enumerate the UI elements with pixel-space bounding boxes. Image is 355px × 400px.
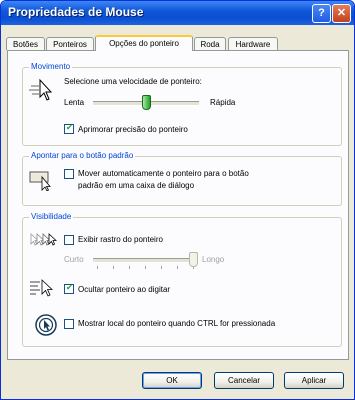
precision-checkbox[interactable] — [64, 123, 74, 134]
title-bar[interactable]: Propriedades de Mouse ? ✕ — [1, 1, 354, 25]
snap-to-label-line1: Mover automaticamente o ponteiro para o … — [78, 169, 249, 178]
pointer-speed-icon — [29, 78, 53, 101]
trails-tick — [145, 266, 146, 269]
tab-roda[interactable]: Roda — [194, 37, 226, 50]
tab-botoes[interactable]: Botões — [6, 37, 45, 50]
hide-pointer-checkbox[interactable] — [64, 283, 74, 294]
trails-long-label: Longo — [202, 255, 225, 264]
window-title: Propriedades de Mouse — [8, 5, 144, 19]
movimento-group-title: Movimento — [29, 62, 73, 71]
hide-pointer-icon — [30, 279, 54, 297]
snap-to-group: Apontar para o botão padrão Mover automa… — [22, 151, 342, 206]
speed-slow-label: Lenta — [64, 98, 85, 107]
tab-opcoes-do-ponteiro[interactable]: Opções do ponteiro — [95, 35, 193, 51]
trails-slider-thumb[interactable] — [189, 252, 198, 267]
mouse-properties-window: Propriedades de Mouse ? ✕ Botões Ponteir… — [0, 0, 355, 400]
ctrl-locate-label: Mostrar local do ponteiro quando CTRL fo… — [78, 319, 276, 328]
cancel-button[interactable]: Cancelar — [214, 372, 274, 389]
pointer-trails-icon — [30, 233, 57, 246]
speed-label: Selecione uma velocidade de ponteiro: — [64, 77, 202, 86]
help-button[interactable]: ? — [312, 4, 331, 23]
snap-to-group-title: Apontar para o botão padrão — [29, 151, 136, 160]
close-button[interactable]: ✕ — [332, 4, 351, 23]
precision-label: Aprimorar precisão do ponteiro — [78, 125, 188, 134]
ok-button[interactable]: OK — [142, 372, 202, 389]
trails-short-label: Curto — [64, 255, 84, 264]
visibilidade-group-title: Visibilidade — [29, 212, 74, 221]
visibilidade-group: Visibilidade Exibir rastro do ponteiro C… — [22, 212, 342, 347]
tab-strip: Botões Ponteiros Opções do ponteiro Roda… — [6, 35, 306, 51]
ctrl-locate-icon — [35, 314, 57, 336]
tab-panel: Movimento Selecione uma velocidade de po… — [7, 50, 349, 360]
hide-pointer-label: Ocultar ponteiro ao digitar — [78, 285, 171, 294]
tab-hardware[interactable]: Hardware — [228, 37, 278, 50]
tab-ponteiros[interactable]: Ponteiros — [46, 37, 94, 50]
trails-tick — [113, 266, 114, 269]
snap-to-checkbox[interactable] — [64, 169, 74, 179]
trails-tick — [177, 266, 178, 269]
trails-tick — [97, 266, 98, 269]
snap-to-label-line2: padrão em uma caixa de diálogo — [78, 181, 195, 190]
movimento-group: Movimento Selecione uma velocidade de po… — [22, 62, 342, 146]
apply-button[interactable]: Aplicar — [284, 372, 344, 389]
trails-slider-track[interactable] — [93, 258, 195, 263]
trails-checkbox[interactable] — [64, 235, 74, 245]
trails-label: Exibir rastro do ponteiro — [78, 235, 163, 244]
snap-to-default-icon — [29, 171, 51, 191]
ctrl-locate-checkbox[interactable] — [64, 319, 74, 329]
speed-slider-thumb[interactable] — [142, 95, 151, 110]
speed-fast-label: Rápida — [210, 98, 236, 107]
trails-tick — [161, 266, 162, 269]
trails-tick — [129, 266, 130, 269]
